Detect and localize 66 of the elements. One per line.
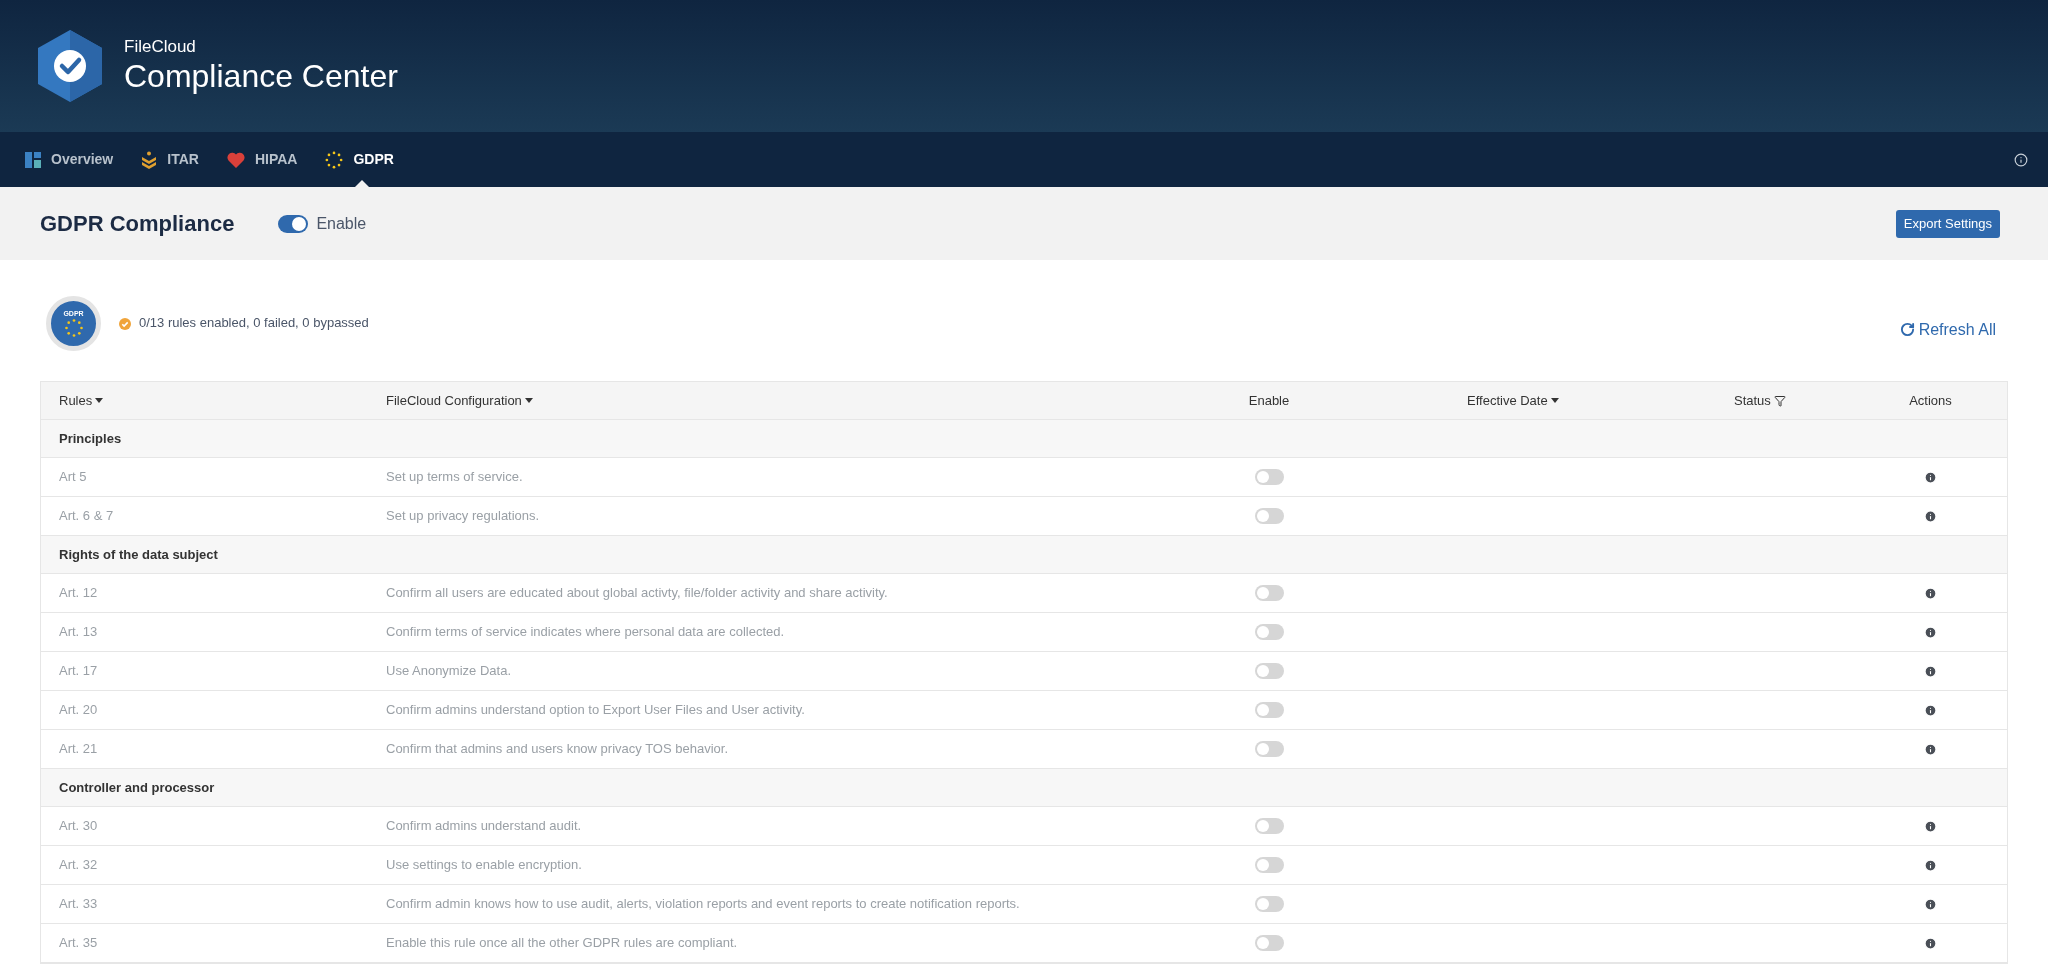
config-cell-text: Confirm terms of service indicates where personal data are collected.	[386, 623, 786, 642]
config-cell-text: Enable this rule once all the other GDPR rules are compliant.	[386, 934, 739, 953]
shield-check-logo	[38, 30, 102, 102]
config-cell-text: Confirm admins understand audit.	[386, 817, 583, 836]
rule-cell-text: Art. 20	[59, 701, 99, 720]
config-cell-text: Set up terms of service.	[386, 468, 524, 487]
group-title: Controller and processor	[59, 778, 215, 797]
rule-cell-text: Art. 33	[59, 895, 99, 914]
config-cell-text: Confirm that admins and users know privacy TOS behavior.	[386, 740, 729, 759]
rule-cell-text: Art. 30	[59, 817, 99, 836]
rule-cell-text: Art. 17	[59, 662, 99, 681]
toggle-switch[interactable]	[1254, 469, 1284, 485]
toggle-switch[interactable]	[1254, 818, 1284, 834]
toggle-switch[interactable]	[1254, 508, 1284, 524]
app-title: Compliance Center	[124, 57, 398, 95]
sort-caret-icon	[524, 398, 533, 403]
info-icon[interactable]	[2014, 152, 2028, 167]
refresh-all-link[interactable]: Refresh All	[1899, 317, 1996, 342]
column-header[interactable]: Actions	[1909, 390, 1952, 411]
config-cell-text: Confirm admin knows how to use audit, alerts, violation reports and event reports to create notification reports.	[386, 895, 1021, 914]
toggle-switch[interactable]	[278, 214, 309, 233]
star-circle-icon	[63, 317, 84, 338]
rule-cell-text: Art. 21	[59, 740, 99, 759]
brand-name: FileCloud	[124, 37, 197, 57]
enable-label: Enable	[316, 213, 367, 234]
config-cell-text: Set up privacy regulations.	[386, 507, 541, 526]
group-title: Rights of the data subject	[59, 545, 218, 564]
toggle-switch[interactable]	[1254, 741, 1284, 757]
config-cell-text: Use Anonymize Data.	[386, 662, 512, 681]
check-circle-icon	[119, 317, 131, 330]
toggle-switch[interactable]	[1254, 702, 1284, 718]
column-header[interactable]: Effective Date	[1467, 390, 1559, 411]
toggle-switch[interactable]	[1254, 624, 1284, 640]
column-header[interactable]: Rules	[59, 390, 104, 411]
chevron-rank-icon	[141, 150, 158, 169]
page-title: GDPR Compliance	[40, 210, 235, 238]
sort-caret-icon	[95, 398, 104, 403]
rules-summary: 0/13 rules enabled, 0 failed, 0 bypassed	[139, 313, 369, 332]
column-header[interactable]: Status	[1734, 390, 1786, 411]
dashboard-icon	[25, 151, 41, 168]
rule-cell-text: Art. 32	[59, 856, 99, 875]
column-header[interactable]: Enable	[1248, 390, 1290, 411]
toggle-switch[interactable]	[1254, 857, 1284, 873]
nav-tab[interactable]: HIPAA	[226, 132, 298, 187]
group-title: Principles	[59, 429, 122, 448]
sort-caret-icon	[1550, 398, 1559, 403]
export-settings-button[interactable]: Export Settings	[1895, 209, 2000, 238]
toggle-switch[interactable]	[1254, 896, 1284, 912]
refresh-icon	[1899, 322, 1915, 337]
rule-cell-text: Art. 12	[59, 584, 99, 603]
filter-icon	[1773, 394, 1786, 407]
rule-cell-text: Art. 35	[59, 934, 99, 953]
column-header[interactable]: FileCloud Configuration	[386, 390, 533, 411]
star-circle-icon	[325, 150, 344, 169]
toggle-switch[interactable]	[1254, 663, 1284, 679]
config-cell-text: Confirm all users are educated about global activty, file/folder activity and share activity.	[386, 584, 889, 603]
nav-tab[interactable]: ITAR	[141, 132, 199, 187]
nav-tab[interactable]: Overview	[25, 132, 114, 187]
rule-cell-text: Art. 6 & 7	[59, 507, 115, 526]
rule-cell-text: Art 5	[59, 468, 88, 487]
heart-icon	[226, 151, 245, 168]
config-cell-text: Use settings to enable encryption.	[386, 856, 583, 875]
toggle-switch[interactable]	[1254, 935, 1284, 951]
rule-cell-text: Art. 13	[59, 623, 99, 642]
config-cell-text: Confirm admins understand option to Export User Files and User activity.	[386, 701, 806, 720]
toggle-switch[interactable]	[1254, 585, 1284, 601]
